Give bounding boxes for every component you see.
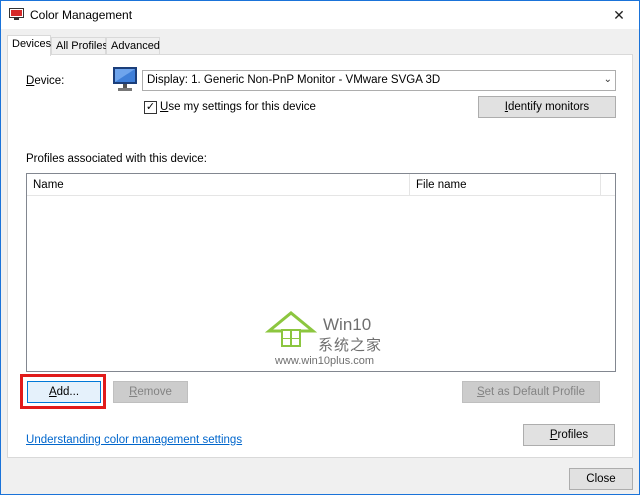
tab-devices[interactable]: Devices — [7, 35, 51, 56]
title-bar[interactable]: Color Management ✕ — [1, 1, 639, 29]
color-management-window: Color Management ✕ Devices All Profiles … — [0, 0, 640, 495]
color-management-app-icon — [9, 8, 24, 20]
house-logo-icon — [265, 311, 317, 347]
close-icon[interactable]: ✕ — [599, 1, 639, 29]
monitor-icon — [113, 67, 137, 91]
window-title: Color Management — [30, 8, 133, 22]
watermark-title: Win10 — [323, 315, 372, 334]
device-label: Device: — [26, 75, 65, 87]
profiles-button[interactable]: Profiles — [523, 424, 615, 446]
understanding-color-management-link[interactable]: Understanding color management settings — [26, 434, 242, 446]
watermark-url: www.win10plus.com — [275, 355, 375, 367]
watermark-chinese: 系统之家 — [318, 337, 383, 354]
device-dropdown[interactable]: Display: 1. Generic Non-PnP Monitor - VM… — [142, 70, 616, 91]
add-button-highlight — [20, 374, 106, 409]
chevron-down-icon: ⌄ — [603, 74, 612, 85]
watermark: Win10 系统之家 www.win10plus.com — [265, 309, 395, 371]
profiles-heading: Profiles associated with this device: — [26, 153, 207, 165]
use-my-settings-checkbox[interactable]: ✓ — [144, 101, 157, 114]
column-header-name[interactable]: Name — [27, 174, 409, 196]
device-dropdown-value: Display: 1. Generic Non-PnP Monitor - VM… — [147, 74, 441, 86]
tab-advanced[interactable]: Advanced — [106, 37, 160, 55]
use-my-settings-label: Use my settings for this device — [160, 101, 316, 113]
column-divider[interactable] — [600, 174, 601, 196]
column-header-file-name[interactable]: File name — [410, 174, 600, 196]
tab-all-profiles[interactable]: All Profiles — [51, 37, 108, 55]
set-as-default-profile-button[interactable]: Set as Default Profile — [462, 381, 600, 403]
profiles-list-header: Name File name — [27, 174, 615, 196]
remove-button[interactable]: Remove — [113, 381, 188, 403]
close-button[interactable]: Close — [569, 468, 633, 490]
identify-monitors-button[interactable]: Identify monitors — [478, 96, 616, 118]
